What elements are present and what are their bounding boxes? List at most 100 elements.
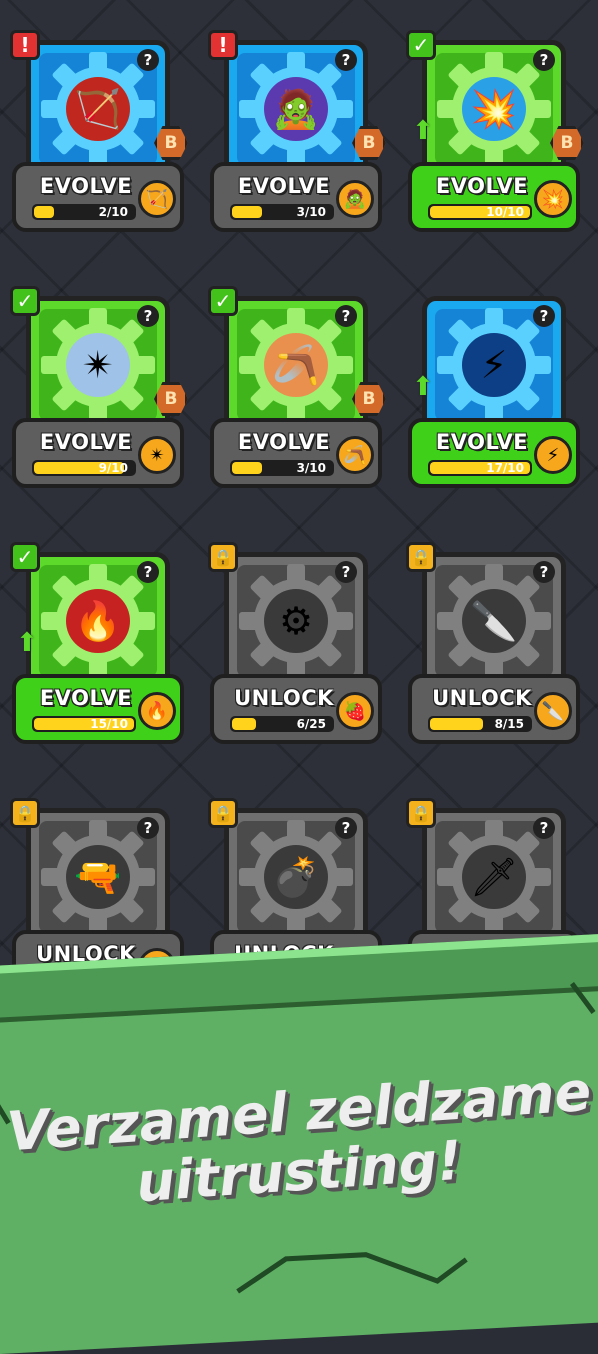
item-frame: 🔪 ?	[422, 552, 566, 690]
equipment-card[interactable]: 🔥 ? ✓ ⬆ EVOLVE 15/10 🔥	[8, 542, 188, 748]
item-frame: 💣 ?	[224, 808, 368, 946]
item-frame: 💥 ?	[422, 40, 566, 178]
item-gear-area: ⚙	[237, 564, 355, 678]
equipment-card[interactable]: 🔪 ? 🔒 UNLOCK 8/15 🔪	[404, 542, 584, 748]
progress-text: 8/15	[494, 717, 524, 731]
evolve-button[interactable]: EVOLVE 9/10 ✴	[12, 418, 184, 488]
item-icon: 🏹	[66, 77, 130, 141]
progress-bar: 6/25	[230, 716, 334, 732]
item-icon: 🔪	[462, 589, 526, 653]
item-mini-icon: 🔥	[138, 692, 176, 730]
progress-bar: 10/10	[428, 204, 532, 220]
item-icon: 🗡	[462, 845, 526, 909]
action-label: EVOLVE	[237, 174, 331, 198]
item-gear-area: 🔪	[435, 564, 553, 678]
item-icon: ✴	[66, 333, 130, 397]
help-button[interactable]: ?	[533, 561, 555, 583]
check-badge-icon: ✓	[406, 30, 436, 60]
item-gear-area: 🔫	[39, 820, 157, 934]
equipment-card[interactable]: ⚙ ? 🔒 UNLOCK 6/25 🍓	[206, 542, 386, 748]
action-label: EVOLVE	[237, 430, 331, 454]
progress-fill	[34, 206, 54, 218]
item-icon: 💣	[264, 845, 328, 909]
action-label: UNLOCK	[432, 686, 532, 710]
equipment-card[interactable]: 💥 ? ✓ B ⬆ EVOLVE 10/10 💥	[404, 30, 584, 236]
action-label: EVOLVE	[435, 430, 529, 454]
progress-bar: 8/15	[428, 716, 532, 732]
alert-badge-icon: !	[10, 30, 40, 60]
lock-badge-icon: 🔒	[10, 798, 40, 828]
upgrade-arrow-icon: ⬆	[412, 116, 434, 146]
unlock-button[interactable]: UNLOCK 8/15 🔪	[408, 674, 580, 744]
progress-fill	[430, 718, 483, 730]
item-frame: 🔥 ?	[26, 552, 170, 690]
lock-badge-icon: 🔒	[406, 798, 436, 828]
help-button[interactable]: ?	[335, 49, 357, 71]
check-badge-icon: ✓	[10, 286, 40, 316]
lock-badge-icon: 🔒	[406, 542, 436, 572]
item-frame: 🔫 ?	[26, 808, 170, 946]
item-frame: 🧟 ?	[224, 40, 368, 178]
progress-text: 6/25	[296, 717, 326, 731]
help-button[interactable]: ?	[335, 817, 357, 839]
progress-bar: 9/10	[32, 460, 136, 476]
item-icon: 💥	[462, 77, 526, 141]
progress-fill	[232, 718, 256, 730]
progress-text: 17/10	[486, 461, 524, 475]
evolve-button[interactable]: EVOLVE 10/10 💥	[408, 162, 580, 232]
evolve-button[interactable]: EVOLVE 17/10 ⚡	[408, 418, 580, 488]
item-gear-area: ✴	[39, 308, 157, 422]
unlock-button[interactable]: UNLOCK 6/25 🍓	[210, 674, 382, 744]
evolve-button[interactable]: EVOLVE 3/10 🧟	[210, 162, 382, 232]
action-label: EVOLVE	[39, 430, 133, 454]
progress-bar: 2/10	[32, 204, 136, 220]
item-mini-icon: ✴	[138, 436, 176, 474]
item-gear-area: 🪃	[237, 308, 355, 422]
item-icon: 🔫	[66, 845, 130, 909]
equipment-card[interactable]: 🪃 ? ✓ B EVOLVE 3/10 🪃	[206, 286, 386, 492]
progress-bar: 3/10	[230, 204, 334, 220]
evolve-button[interactable]: EVOLVE 3/10 🪃	[210, 418, 382, 488]
help-button[interactable]: ?	[137, 817, 159, 839]
equipment-grid: 🏹 ? ! B EVOLVE 2/10 🏹 🧟 ? ! B EVOLVE 3/1…	[8, 30, 592, 1004]
help-button[interactable]: ?	[533, 305, 555, 327]
equipment-card[interactable]: 🧟 ? ! B EVOLVE 3/10 🧟	[206, 30, 386, 236]
item-gear-area: 💥	[435, 52, 553, 166]
progress-text: 10/10	[486, 205, 524, 219]
help-button[interactable]: ?	[137, 49, 159, 71]
action-label: EVOLVE	[39, 174, 133, 198]
item-mini-icon: 🧟	[336, 180, 374, 218]
help-button[interactable]: ?	[335, 305, 357, 327]
action-label: UNLOCK	[234, 686, 334, 710]
item-icon: ⚡	[462, 333, 526, 397]
progress-bar: 17/10	[428, 460, 532, 476]
item-gear-area: ⚡	[435, 308, 553, 422]
progress-text: 9/10	[98, 461, 128, 475]
item-frame: ✴ ?	[26, 296, 170, 434]
progress-fill	[232, 206, 262, 218]
item-mini-icon: 🏹	[138, 180, 176, 218]
item-mini-icon: 🔪	[534, 692, 572, 730]
help-button[interactable]: ?	[137, 561, 159, 583]
check-badge-icon: ✓	[208, 286, 238, 316]
progress-bar: 3/10	[230, 460, 334, 476]
item-icon: 🪃	[264, 333, 328, 397]
equipment-card[interactable]: ⚡ ? ⬆ EVOLVE 17/10 ⚡	[404, 286, 584, 492]
item-frame: ⚙ ?	[224, 552, 368, 690]
item-gear-area: 💣	[237, 820, 355, 934]
equipment-card[interactable]: ✴ ? ✓ B EVOLVE 9/10 ✴	[8, 286, 188, 492]
help-button[interactable]: ?	[533, 817, 555, 839]
item-mini-icon: 🪃	[336, 436, 374, 474]
progress-text: 3/10	[296, 461, 326, 475]
upgrade-arrow-icon: ⬆	[16, 628, 38, 658]
evolve-button[interactable]: EVOLVE 15/10 🔥	[12, 674, 184, 744]
action-label: EVOLVE	[39, 686, 133, 710]
evolve-button[interactable]: EVOLVE 2/10 🏹	[12, 162, 184, 232]
progress-text: 15/10	[90, 717, 128, 731]
help-button[interactable]: ?	[335, 561, 357, 583]
equipment-card[interactable]: 🏹 ? ! B EVOLVE 2/10 🏹	[8, 30, 188, 236]
item-frame: ⚡ ?	[422, 296, 566, 434]
help-button[interactable]: ?	[137, 305, 159, 327]
item-icon: ⚙	[264, 589, 328, 653]
help-button[interactable]: ?	[533, 49, 555, 71]
